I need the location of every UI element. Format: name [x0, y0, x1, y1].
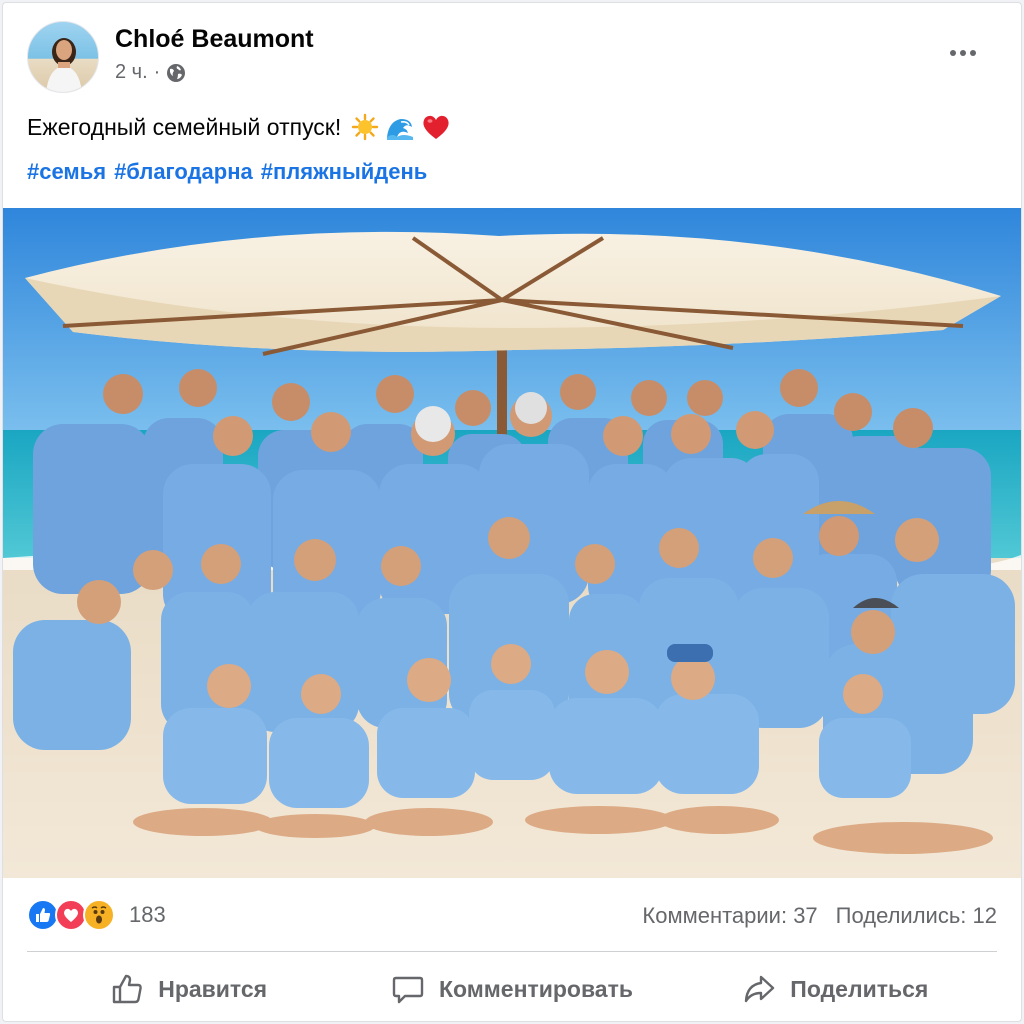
like-button[interactable]: Нравится	[27, 961, 350, 1017]
post-text-row: Ежегодный семейный отпуск!	[27, 113, 451, 141]
comments-count-link[interactable]: Комментарии: 37	[642, 903, 817, 929]
share-arrow-icon	[745, 975, 775, 1003]
post-card: Chloé Beaumont 2 ч. · Ежегодный семейный…	[2, 2, 1022, 1022]
hashtag-link[interactable]: #семья	[27, 159, 106, 185]
heart-emoji	[423, 115, 449, 139]
post-meta: 2 ч. ·	[115, 61, 186, 84]
wave-emoji	[387, 119, 414, 140]
action-bar: Нравится Комментировать Поделиться	[27, 961, 997, 1017]
share-button-label: Поделиться	[790, 975, 929, 1002]
reaction-icons	[27, 899, 115, 931]
family-beach-photo	[3, 208, 1021, 878]
author-avatar[interactable]	[27, 21, 99, 93]
comment-icon	[392, 976, 424, 1004]
comment-button[interactable]: Комментировать	[350, 961, 673, 1017]
reactions-summary[interactable]: 183	[27, 899, 166, 931]
hashtags: #семья #благодарна #пляжныйдень	[27, 159, 427, 185]
author-name[interactable]: Chloé Beaumont	[115, 25, 314, 54]
shares-count-link[interactable]: Поделились: 12	[836, 903, 997, 929]
avatar-person-image	[46, 38, 82, 92]
like-button-label: Нравится	[158, 975, 268, 1002]
post-text: Ежегодный семейный отпуск!	[27, 113, 342, 140]
meta-separator: ·	[153, 61, 161, 83]
wow-icon	[83, 899, 115, 931]
globe-icon	[167, 63, 186, 82]
thumbs-up-icon	[113, 974, 142, 1004]
hashtag-link[interactable]: #благодарна	[114, 159, 253, 185]
share-button[interactable]: Поделиться	[674, 961, 997, 1017]
hashtag-link[interactable]: #пляжныйдень	[261, 159, 428, 185]
more-options-icon[interactable]	[943, 39, 983, 67]
sun-emoji	[352, 113, 379, 141]
reaction-count: 183	[129, 902, 166, 927]
emoji-group	[351, 113, 451, 141]
post-stats: Комментарии: 37 Поделились: 12	[642, 903, 997, 929]
post-photo[interactable]	[3, 208, 1021, 878]
comment-button-label: Комментировать	[438, 975, 633, 1002]
post-time[interactable]: 2 ч.	[115, 61, 148, 84]
action-divider	[27, 951, 997, 952]
